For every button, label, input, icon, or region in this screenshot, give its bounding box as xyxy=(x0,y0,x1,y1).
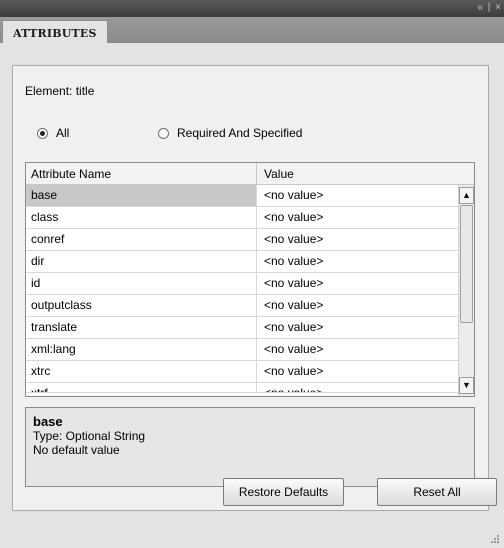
table-row[interactable]: conref <no value> xyxy=(26,229,458,251)
radio-required-indicator[interactable] xyxy=(158,127,169,139)
radio-required-and-specified[interactable]: Required And Specified xyxy=(158,126,302,140)
column-header-value[interactable]: Value xyxy=(258,163,458,184)
table-body: base <no value> class <no value> conref … xyxy=(26,185,458,393)
attribute-name-cell[interactable]: conref xyxy=(26,229,257,250)
table-row[interactable]: xml:lang <no value> xyxy=(26,339,458,361)
attribute-name-cell[interactable]: outputclass xyxy=(26,295,257,316)
table-scrollbar[interactable]: ▲ ▼ xyxy=(458,185,474,396)
attribute-name-cell[interactable]: class xyxy=(26,207,257,228)
attribute-info-name: base xyxy=(33,414,63,429)
radio-required-label: Required And Specified xyxy=(177,126,303,140)
reset-all-button[interactable]: Reset All xyxy=(377,478,497,506)
attribute-value-cell[interactable]: <no value> xyxy=(258,295,458,316)
restore-defaults-button[interactable]: Restore Defaults xyxy=(223,478,344,506)
attribute-value-cell[interactable]: <no value> xyxy=(258,273,458,294)
panel-titlebar: « | × xyxy=(0,0,504,17)
table-row[interactable]: translate <no value> xyxy=(26,317,458,339)
table-row[interactable]: xtrc <no value> xyxy=(26,361,458,383)
attribute-value-cell[interactable]: <no value> xyxy=(258,251,458,272)
attributes-panel: Element: title All Required And Specifie… xyxy=(0,43,504,548)
attribute-value-cell[interactable]: <no value> xyxy=(258,339,458,360)
attribute-name-cell[interactable]: xtrf xyxy=(26,383,257,392)
attribute-name-cell[interactable]: dir xyxy=(26,251,257,272)
table-header: Attribute Name Value xyxy=(26,163,474,185)
radio-all[interactable]: All xyxy=(37,126,69,140)
attribute-value-cell[interactable]: <no value> xyxy=(258,361,458,382)
attribute-name-cell[interactable]: xml:lang xyxy=(26,339,257,360)
attribute-name-cell[interactable]: translate xyxy=(26,317,257,338)
table-row[interactable]: base <no value> xyxy=(26,185,458,207)
column-header-attribute-name[interactable]: Attribute Name xyxy=(26,163,257,184)
attribute-value-cell[interactable]: <no value> xyxy=(258,229,458,250)
element-label: Element: title xyxy=(25,84,95,98)
radio-all-label: All xyxy=(56,126,70,140)
table-row[interactable]: id <no value> xyxy=(26,273,458,295)
scroll-down-icon[interactable]: ▼ xyxy=(459,377,474,394)
scrollbar-thumb[interactable] xyxy=(460,205,473,323)
attribute-name-cell[interactable]: base xyxy=(26,185,257,206)
tab-attributes[interactable]: ATTRIBUTES xyxy=(2,20,108,44)
attribute-info-box: base Type: Optional String No default va… xyxy=(25,407,475,487)
table-row[interactable]: class <no value> xyxy=(26,207,458,229)
attribute-info-default: No default value xyxy=(33,443,120,457)
attributes-group: Element: title All Required And Specifie… xyxy=(12,65,489,511)
resize-grip-icon[interactable] xyxy=(490,534,500,544)
attribute-value-cell[interactable]: <no value> xyxy=(258,207,458,228)
table-row[interactable]: outputclass <no value> xyxy=(26,295,458,317)
attribute-name-cell[interactable]: xtrc xyxy=(26,361,257,382)
radio-all-indicator[interactable] xyxy=(37,127,48,139)
scroll-up-icon[interactable]: ▲ xyxy=(459,187,474,204)
attribute-info-type: Type: Optional String xyxy=(33,429,146,443)
table-row[interactable]: dir <no value> xyxy=(26,251,458,273)
attribute-value-cell[interactable]: <no value> xyxy=(258,317,458,338)
attribute-value-cell[interactable]: <no value> xyxy=(258,185,458,206)
table-row[interactable]: xtrf <no value> xyxy=(26,383,458,393)
tab-strip: ATTRIBUTES xyxy=(0,17,504,44)
attributes-table: Attribute Name Value base <no value> cla… xyxy=(25,162,475,397)
panel-controls[interactable]: « | × xyxy=(477,2,502,13)
attribute-name-cell[interactable]: id xyxy=(26,273,257,294)
attribute-value-cell[interactable]: <no value> xyxy=(258,383,458,392)
